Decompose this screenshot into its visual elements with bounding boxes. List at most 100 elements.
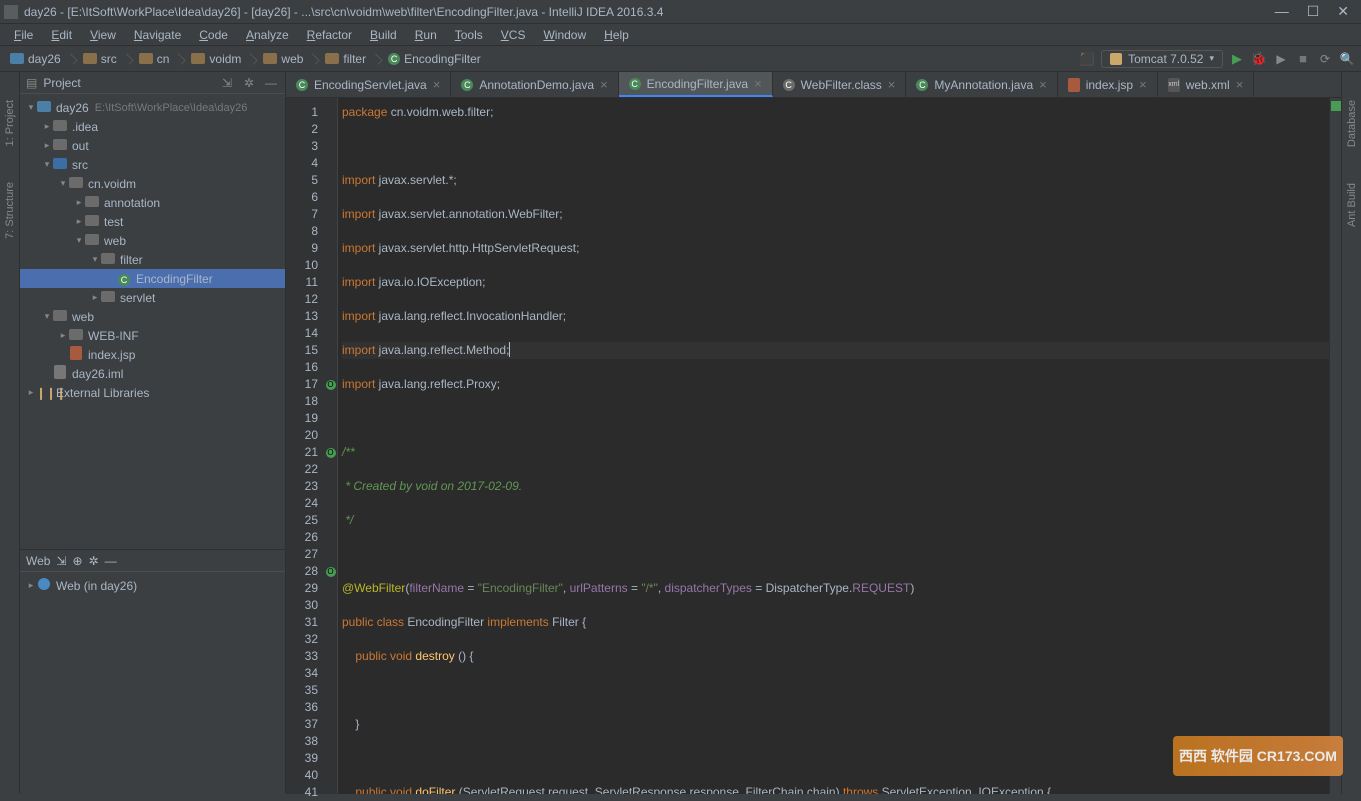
gutter-cell[interactable] — [324, 308, 337, 325]
tree-row-encodingfilter[interactable]: CEncodingFilter — [20, 269, 285, 288]
line-number[interactable]: 20 — [286, 427, 318, 444]
tree-row-externallibraries[interactable]: ▸❙❙❙External Libraries — [20, 383, 285, 402]
line-number[interactable]: 24 — [286, 495, 318, 512]
gutter-cell[interactable] — [324, 614, 337, 631]
breadcrumb-crumb[interactable]: web — [259, 50, 307, 68]
file-tab-webxml[interactable]: xmlweb.xml× — [1158, 72, 1255, 97]
line-number[interactable]: 38 — [286, 733, 318, 750]
file-tab-indexjsp[interactable]: index.jsp× — [1058, 72, 1158, 97]
gutter-cell[interactable] — [324, 665, 337, 682]
line-number-gutter[interactable]: 1234567891011121314151617181920212223242… — [286, 98, 324, 794]
tree-arrow-icon[interactable]: ▸ — [42, 121, 52, 132]
line-number[interactable]: 26 — [286, 529, 318, 546]
menu-item-analyze[interactable]: Analyze — [238, 26, 297, 44]
run-button[interactable]: ▶ — [1229, 51, 1245, 67]
gutter-cell[interactable] — [324, 206, 337, 223]
breadcrumb-crumb[interactable]: CEncodingFilter — [384, 50, 485, 68]
code-line[interactable] — [342, 546, 1329, 563]
gutter-cell[interactable] — [324, 546, 337, 563]
gutter-cell[interactable] — [324, 733, 337, 750]
gutter-cell[interactable] — [324, 257, 337, 274]
gutter-cell[interactable] — [324, 121, 337, 138]
breadcrumb-crumb[interactable]: filter — [321, 50, 370, 68]
gutter-cell[interactable] — [324, 223, 337, 240]
line-number[interactable]: 40 — [286, 767, 318, 784]
close-button[interactable]: ✕ — [1337, 3, 1349, 20]
right-tab-database[interactable]: Database — [1344, 92, 1360, 155]
tree-arrow-icon[interactable]: ▾ — [42, 311, 52, 322]
collapse-all-icon[interactable]: ⇲ — [219, 75, 235, 91]
gutter-cell[interactable] — [324, 597, 337, 614]
gutter-cell[interactable]: O — [324, 563, 337, 580]
line-number[interactable]: 5 — [286, 172, 318, 189]
tree-arrow-icon[interactable]: ▸ — [26, 387, 36, 398]
gutter-cell[interactable] — [324, 461, 337, 478]
code-line[interactable] — [342, 410, 1329, 427]
tree-row-day26[interactable]: ▾day26E:\ItSoft\WorkPlace\Idea\day26 — [20, 98, 285, 117]
search-icon[interactable]: 🔍 — [1339, 51, 1355, 67]
minimize-button[interactable]: — — [1275, 3, 1289, 20]
gutter-cell[interactable] — [324, 767, 337, 784]
settings-icon[interactable]: ✲ — [241, 75, 257, 91]
breadcrumb-crumb[interactable]: day26 — [6, 50, 65, 68]
maximize-button[interactable]: ☐ — [1307, 3, 1320, 20]
line-number[interactable]: 15 — [286, 342, 318, 359]
gutter-cell[interactable] — [324, 750, 337, 767]
tree-row-indexjsp[interactable]: index.jsp — [20, 345, 285, 364]
tree-arrow-icon[interactable]: ▸ — [90, 292, 100, 303]
project-panel-title[interactable]: Project — [43, 76, 213, 90]
file-tab-encodingfilterjava[interactable]: CEncodingFilter.java× — [619, 72, 773, 97]
line-number[interactable]: 13 — [286, 308, 318, 325]
code-line[interactable] — [342, 682, 1329, 699]
override-icon[interactable]: O — [326, 448, 336, 458]
menu-item-build[interactable]: Build — [362, 26, 405, 44]
tree-arrow-icon[interactable]: ▸ — [74, 216, 84, 227]
stop-button[interactable]: ■ — [1295, 51, 1311, 67]
code-line[interactable]: import javax.servlet.annotation.WebFilte… — [342, 206, 1329, 223]
marker-gutter[interactable]: OOO — [324, 98, 338, 794]
line-number[interactable]: 29 — [286, 580, 318, 597]
gutter-cell[interactable] — [324, 359, 337, 376]
menu-item-tools[interactable]: Tools — [447, 26, 491, 44]
tree-row-test[interactable]: ▸test — [20, 212, 285, 231]
line-number[interactable]: 33 — [286, 648, 318, 665]
code-line[interactable]: import java.io.IOException; — [342, 274, 1329, 291]
menu-item-file[interactable]: File — [6, 26, 41, 44]
tree-row-src[interactable]: ▾src — [20, 155, 285, 174]
breadcrumb-crumb[interactable]: voidm — [187, 50, 245, 68]
close-tab-icon[interactable]: × — [1236, 77, 1244, 92]
gutter-cell[interactable] — [324, 529, 337, 546]
tree-arrow-icon[interactable]: ▸ — [58, 330, 68, 341]
tree-arrow-icon[interactable]: ▾ — [58, 178, 68, 189]
close-tab-icon[interactable]: × — [1139, 77, 1147, 92]
line-number[interactable]: 10 — [286, 257, 318, 274]
code-line[interactable]: import java.lang.reflect.InvocationHandl… — [342, 308, 1329, 325]
tree-row-filter[interactable]: ▾filter — [20, 250, 285, 269]
web-collapse-icon[interactable]: ⇲ — [56, 554, 66, 568]
line-number[interactable]: 27 — [286, 546, 318, 563]
menu-item-navigate[interactable]: Navigate — [126, 26, 189, 44]
gutter-cell[interactable] — [324, 393, 337, 410]
gutter-cell[interactable] — [324, 274, 337, 291]
gutter-cell[interactable] — [324, 648, 337, 665]
line-number[interactable]: 3 — [286, 138, 318, 155]
tree-arrow-icon[interactable]: ▾ — [26, 102, 36, 113]
code-line[interactable]: public class EncodingFilter implements F… — [342, 614, 1329, 631]
line-number[interactable]: 25 — [286, 512, 318, 529]
line-number[interactable]: 9 — [286, 240, 318, 257]
line-number[interactable]: 36 — [286, 699, 318, 716]
line-number[interactable]: 37 — [286, 716, 318, 733]
gutter-cell[interactable] — [324, 699, 337, 716]
gutter-cell[interactable] — [324, 512, 337, 529]
tree-arrow-icon[interactable]: ▾ — [90, 254, 100, 265]
gutter-cell[interactable] — [324, 291, 337, 308]
code-line[interactable]: import java.lang.reflect.Proxy; — [342, 376, 1329, 393]
line-number[interactable]: 1 — [286, 104, 318, 121]
tree-arrow-icon[interactable]: ▸ — [42, 140, 52, 151]
hide-panel-icon[interactable]: — — [263, 75, 279, 91]
gutter-cell[interactable] — [324, 495, 337, 512]
tree-row-web[interactable]: ▾web — [20, 231, 285, 250]
line-number[interactable]: 30 — [286, 597, 318, 614]
tree-arrow-icon[interactable]: ▾ — [74, 235, 84, 246]
line-number[interactable]: 41 — [286, 784, 318, 801]
